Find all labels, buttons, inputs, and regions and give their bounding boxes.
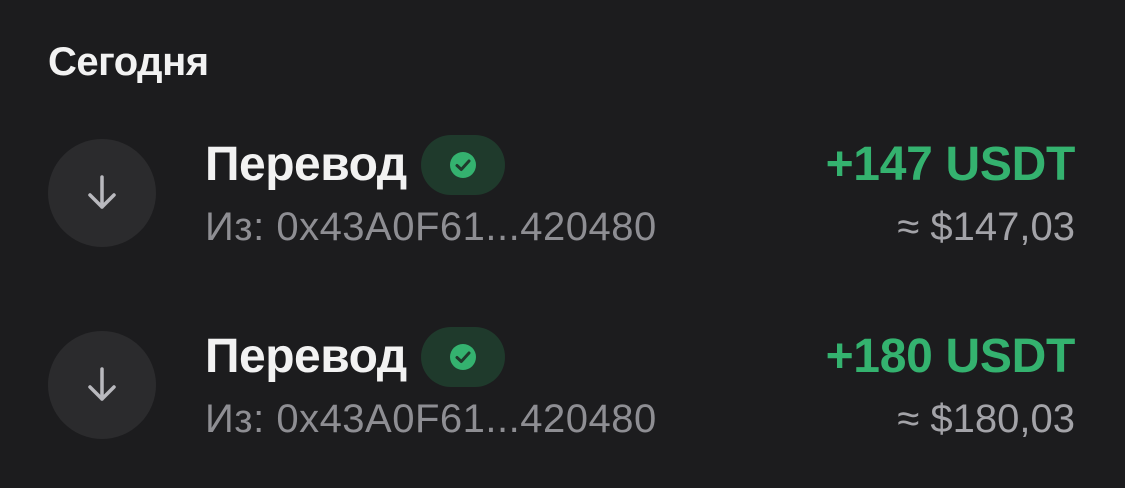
arrow-down-icon	[88, 175, 116, 209]
transaction-amount: +147 USDT	[825, 138, 1076, 191]
transaction-fiat-value: ≈ $147,03	[897, 205, 1075, 249]
transaction-title-line: Перевод	[205, 133, 505, 197]
transaction-avatar	[48, 139, 156, 247]
transaction-row[interactable]: Перевод Из: 0x43A0F61...420480 +180 USDT…	[0, 325, 1125, 445]
transaction-amount: +180 USDT	[825, 330, 1076, 383]
status-chip	[420, 135, 505, 195]
status-chip	[420, 327, 505, 387]
check-circle-icon	[449, 152, 476, 178]
transaction-fiat-value: ≈ $180,03	[897, 397, 1075, 441]
transaction-avatar	[48, 331, 156, 439]
transaction-title-line: Перевод	[205, 325, 505, 389]
section-title-today: Сегодня	[48, 40, 209, 84]
transaction-row[interactable]: Перевод Из: 0x43A0F61...420480 +147 USDT…	[0, 133, 1125, 253]
transaction-sender: Из: 0x43A0F61...420480	[205, 397, 657, 441]
transaction-sender: Из: 0x43A0F61...420480	[205, 205, 657, 249]
arrow-down-icon	[88, 367, 116, 401]
transaction-title: Перевод	[205, 138, 407, 191]
transaction-title: Перевод	[205, 330, 407, 383]
check-circle-icon	[449, 344, 476, 370]
